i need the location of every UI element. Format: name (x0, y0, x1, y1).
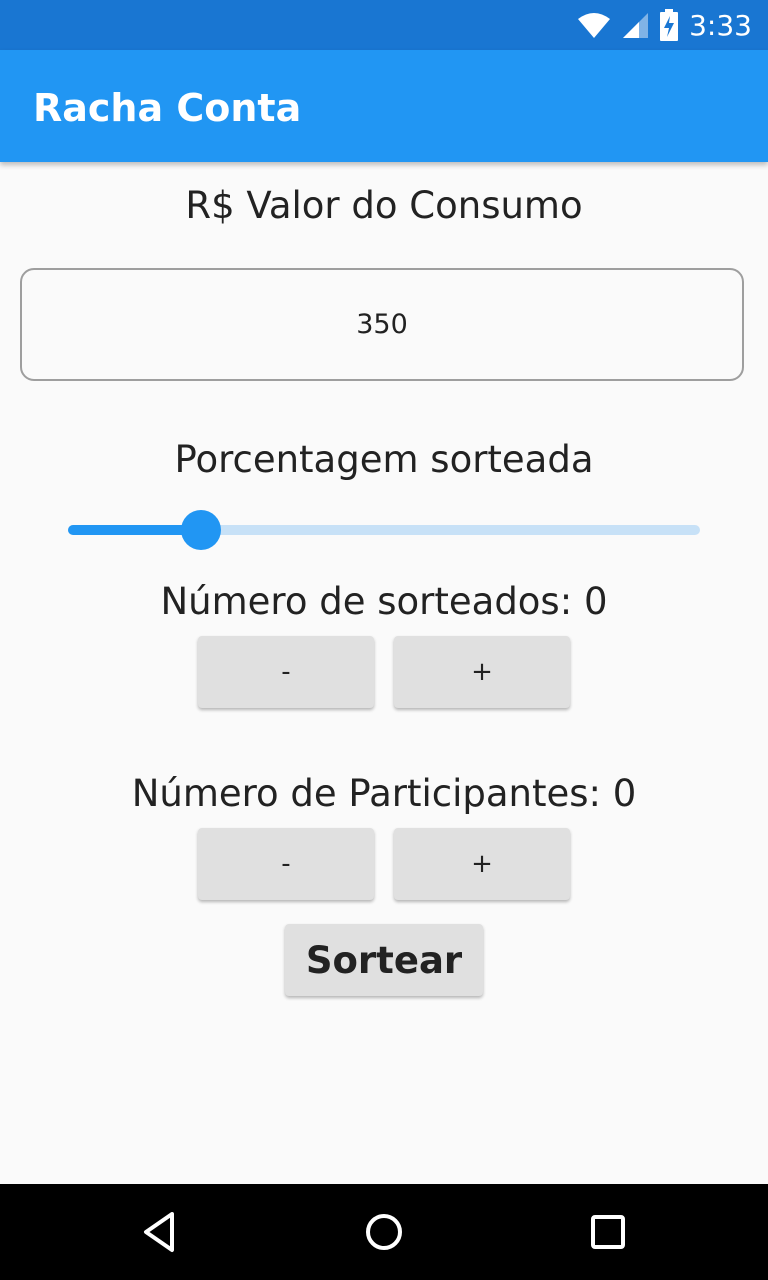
consumo-input[interactable]: 350 (20, 268, 744, 381)
signal-icon (623, 13, 649, 38)
participantes-minus-button[interactable]: - (198, 828, 374, 900)
status-bar: 3:33 (0, 0, 768, 50)
participantes-plus-button[interactable]: + (394, 828, 570, 900)
navigation-bar (0, 1184, 768, 1280)
recents-icon[interactable] (582, 1206, 634, 1258)
wifi-icon (578, 13, 611, 38)
status-icons: 3:33 (577, 8, 752, 42)
slider-thumb[interactable] (181, 510, 221, 550)
sorteados-minus-button[interactable]: - (198, 636, 374, 708)
sorteados-label: Número de sorteados: 0 (160, 580, 608, 623)
back-icon[interactable] (134, 1206, 186, 1258)
porcentagem-slider[interactable] (68, 506, 700, 554)
sortear-button[interactable]: Sortear (285, 924, 483, 996)
app-title: Racha Conta (33, 86, 302, 130)
app-bar: Racha Conta (0, 50, 768, 162)
battery-charging-icon (660, 9, 679, 41)
status-time: 3:33 (689, 8, 752, 42)
main-content: R$ Valor do Consumo 350 Porcentagem sort… (0, 162, 768, 1184)
consumo-label: R$ Valor do Consumo (185, 184, 583, 227)
home-icon[interactable] (358, 1206, 410, 1258)
porcentagem-label: Porcentagem sorteada (174, 438, 594, 481)
sorteados-plus-button[interactable]: + (394, 636, 570, 708)
participantes-label: Número de Participantes: 0 (131, 772, 637, 815)
